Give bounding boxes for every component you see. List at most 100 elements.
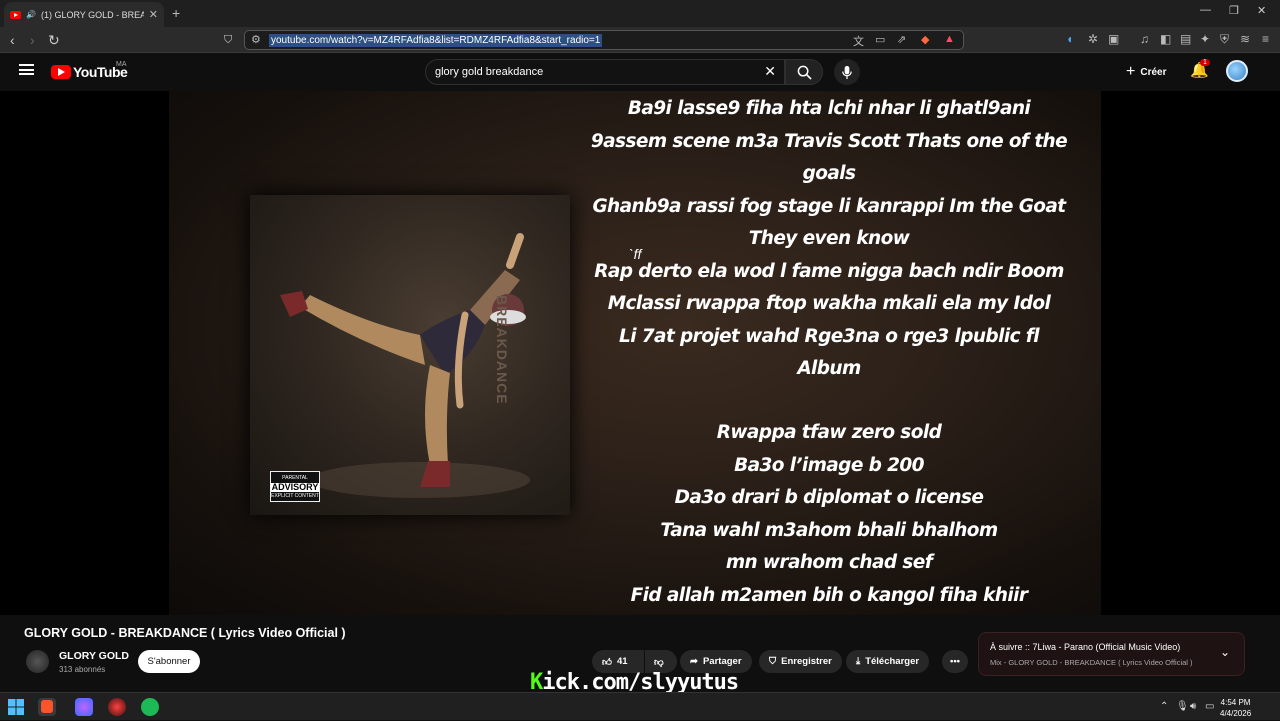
plus-icon: + xyxy=(1126,63,1136,80)
taskbar-clock[interactable]: 4:54 PM 4/4/2026 xyxy=(1220,697,1251,719)
tray-mic-icon[interactable]: 🎙︎ xyxy=(1176,701,1189,712)
clock-time: 4:54 PM xyxy=(1220,698,1251,707)
lyric-line: Mclassi rwappa ftop wakha mkali ela my I… xyxy=(607,293,1051,314)
share-page-icon[interactable]: ⇗ xyxy=(897,33,906,46)
translate-icon[interactable]: 文 xyxy=(853,33,864,49)
audio-extension-icon[interactable]: ◖ xyxy=(1066,32,1073,46)
rewards-icon[interactable]: ▲ xyxy=(944,33,955,45)
video-player[interactable]: BREAKDANCE PARENTAL ADVISORY EXPLICIT CO… xyxy=(169,91,1101,615)
leo-icon[interactable]: ✦ xyxy=(1200,32,1210,46)
obs-taskbar-icon[interactable] xyxy=(108,698,126,716)
save-label: Enregistrer xyxy=(781,656,832,667)
reload-icon[interactable]: ↻ xyxy=(48,31,60,49)
search-query: glory gold breakdance xyxy=(435,66,544,78)
chevron-down-icon[interactable]: ⌄ xyxy=(1220,645,1230,659)
album-cover: BREAKDANCE PARENTAL ADVISORY EXPLICIT CO… xyxy=(250,195,570,515)
notification-badge: 1 xyxy=(1200,59,1210,66)
bookmark-icon[interactable]: ⛉ xyxy=(224,31,232,49)
music-icon[interactable]: ♫ xyxy=(1140,32,1149,46)
thumbs-down-icon: 👎︎ xyxy=(654,656,664,668)
forward-icon[interactable]: › xyxy=(30,31,35,49)
subscriber-count: 313 abonnés xyxy=(59,665,106,674)
clock-date: 4/4/2026 xyxy=(1220,709,1252,718)
tray-chevron-icon[interactable]: ⌃ xyxy=(1160,701,1168,712)
share-label: Partager xyxy=(702,656,742,667)
screenshot-icon[interactable]: ▣ xyxy=(1108,32,1119,46)
advisory-main: ADVISORY xyxy=(271,482,319,492)
window-close-icon[interactable]: ✕ xyxy=(1257,4,1266,17)
cover-tag-text: BREAKDANCE xyxy=(494,295,510,405)
customize-icon[interactable]: ≋ xyxy=(1240,32,1250,46)
channel-name[interactable]: GLORY GOLD xyxy=(59,650,129,662)
tray-volume-icon[interactable]: 🔊︎ xyxy=(1190,701,1196,712)
share-icon: ➦ xyxy=(690,656,698,667)
youtube-logo-icon[interactable] xyxy=(51,65,71,79)
back-icon[interactable]: ‹ xyxy=(10,31,15,49)
cast-icon[interactable]: ▭ xyxy=(875,33,885,46)
search-input[interactable]: glory gold breakdance ✕ xyxy=(425,59,785,85)
lyric-line: Li 7at projet wahd Rge3na o rge3 lpublic… xyxy=(619,325,1040,380)
vpn-icon[interactable]: ⛨ xyxy=(1220,32,1229,47)
address-bar[interactable]: ⚙ youtube.com/watch?v=MZ4RFAdfia8&list=R… xyxy=(244,30,964,50)
new-tab-button[interactable]: + xyxy=(172,5,180,21)
more-icon: ••• xyxy=(950,656,960,667)
site-info-icon[interactable]: ⚙ xyxy=(251,33,261,46)
lyrics-block-top: Ba9i lasse9 fiha hta lchi nhar li ghatl9… xyxy=(589,93,1069,386)
lyric-line: Da3o drari b diplomat o license xyxy=(674,487,984,508)
download-button[interactable]: ⤓ Télécharger xyxy=(846,650,930,673)
brave-taskbar-icon[interactable] xyxy=(38,698,56,716)
bookmark-save-icon: ⛉ xyxy=(769,656,777,667)
wallet-icon[interactable]: ▤ xyxy=(1180,32,1191,46)
browser-tab[interactable]: 🔊 (1) GLORY GOLD - BREAKDAN ✕ xyxy=(4,2,164,27)
advisory-top: PARENTAL xyxy=(282,475,308,481)
browser-tab-strip: 🔊 (1) GLORY GOLD - BREAKDAN ✕ + — ❐ ✕ xyxy=(0,0,1280,27)
lyric-line: Ba9i lasse9 fiha hta lchi nhar li ghatl9… xyxy=(627,98,1031,119)
video-title: GLORY GOLD - BREAKDANCE ( Lyrics Video O… xyxy=(24,626,346,640)
browser-toolbar: ‹ › ↻ ⛉ ⚙ youtube.com/watch?v=MZ4RFAdfia… xyxy=(0,27,1280,53)
create-button[interactable]: + Créer xyxy=(1126,63,1166,81)
sidebar-icon[interactable]: ◧ xyxy=(1160,32,1171,46)
thumbs-up-icon: 👍︎ xyxy=(602,656,612,668)
download-label: Télécharger xyxy=(865,656,920,667)
account-avatar[interactable] xyxy=(1226,60,1248,82)
spotify-taskbar-icon[interactable] xyxy=(141,698,159,716)
extensions-icon[interactable]: ✲ xyxy=(1088,32,1098,46)
tab-title: (1) GLORY GOLD - BREAKDAN xyxy=(40,9,144,20)
lyric-line: Rap derto ela wod l fame nigga bach ndir… xyxy=(594,260,1064,282)
youtube-header: YouTube MA glory gold breakdance ✕ + Cré… xyxy=(0,53,1280,91)
search-icon xyxy=(797,65,812,80)
voice-search-button[interactable] xyxy=(834,59,860,85)
advisory-bottom: EXPLICIT CONTENT xyxy=(271,493,319,499)
youtube-favicon-icon xyxy=(10,10,21,19)
close-tab-icon[interactable]: ✕ xyxy=(149,8,158,21)
clear-search-icon[interactable]: ✕ xyxy=(764,63,776,80)
brave-shield-icon[interactable]: ◆ xyxy=(921,33,929,46)
hamburger-menu-icon[interactable] xyxy=(19,64,34,75)
lyric-line: Rwappa tfaw zero sold xyxy=(716,422,942,443)
create-label: Créer xyxy=(1140,66,1167,78)
url-text[interactable]: youtube.com/watch?v=MZ4RFAdfia8&list=RDM… xyxy=(269,34,603,47)
minimize-icon[interactable]: — xyxy=(1200,4,1211,16)
lyric-line: mn wrahom chad sef xyxy=(725,552,933,573)
video-letterbox-right xyxy=(1101,91,1280,615)
windows-taskbar: ⌃ 🎙︎ 🔊︎ ▭ 4:54 PM 4/4/2026 xyxy=(0,692,1280,720)
country-code: MA xyxy=(116,61,127,68)
windows-start-icon[interactable] xyxy=(7,698,25,716)
parental-advisory-label: PARENTAL ADVISORY EXPLICIT CONTENT xyxy=(270,471,320,502)
up-next-card[interactable]: À suivre :: 7Liwa - Parano (Official Mus… xyxy=(978,632,1245,676)
save-button[interactable]: ⛉ Enregistrer xyxy=(759,650,842,673)
channel-avatar[interactable] xyxy=(26,650,49,673)
lyric-line: Fid allah m2amen bih o kangol fiha khiir xyxy=(630,584,1028,606)
subscribe-button[interactable]: S'abonner xyxy=(138,650,200,673)
lyric-line: 9assem scene m3a Travis Scott Thats one … xyxy=(590,130,1068,185)
browser-menu-icon[interactable]: ≡ xyxy=(1262,32,1269,46)
lyric-line: Ghanb9a rassi fog stage li kanrappi Im t… xyxy=(592,195,1066,217)
restore-icon[interactable]: ❐ xyxy=(1229,4,1239,17)
breakdancer-figure xyxy=(280,233,530,498)
search-button[interactable] xyxy=(785,59,823,85)
app-taskbar-icon[interactable] xyxy=(75,698,93,716)
up-next-title: À suivre :: 7Liwa - Parano (Official Mus… xyxy=(990,642,1181,652)
download-icon: ⤓ xyxy=(856,656,861,667)
more-actions-button[interactable]: ••• xyxy=(942,650,968,673)
tray-battery-icon[interactable]: ▭ xyxy=(1205,701,1214,712)
